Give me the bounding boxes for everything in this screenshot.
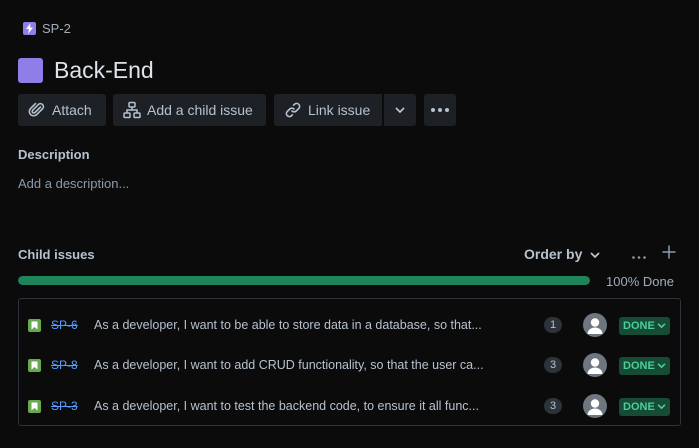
assignee-avatar[interactable]	[583, 394, 607, 418]
status-dropdown[interactable]: DONE	[619, 398, 670, 416]
status-dropdown[interactable]: DONE	[619, 357, 670, 375]
attach-button[interactable]: Attach	[18, 94, 106, 126]
story-icon	[28, 359, 41, 372]
chevron-down-icon	[657, 363, 666, 368]
description-input[interactable]: Add a description...	[18, 176, 129, 191]
user-icon	[587, 399, 603, 415]
add-child-issue-button[interactable]: Add a child issue	[113, 94, 266, 126]
list-item[interactable]: SP-8 As a developer, I want to add CRUD …	[19, 343, 680, 383]
paperclip-icon	[28, 101, 46, 119]
chevron-down-icon	[395, 107, 405, 114]
link-issue-dropdown-button[interactable]	[384, 94, 416, 126]
issue-header: Back-End	[18, 56, 154, 84]
story-points-badge: 3	[544, 398, 562, 414]
order-by-dropdown[interactable]: Order by	[524, 246, 600, 262]
list-item[interactable]: SP-3 As a developer, I want to test the …	[19, 384, 680, 424]
link-issue-label: Link issue	[308, 102, 371, 118]
child-issues-heading: Child issues	[18, 247, 95, 262]
add-child-issue-plus-button[interactable]	[661, 244, 677, 264]
breadcrumb[interactable]: SP-2	[23, 20, 71, 36]
issue-key-link[interactable]: SP-3	[51, 399, 78, 413]
list-item[interactable]: SP-6 As a developer, I want to be able t…	[19, 303, 680, 343]
order-by-label: Order by	[524, 246, 583, 262]
chevron-down-icon	[657, 404, 666, 409]
issue-key-link[interactable]: SP-8	[51, 358, 78, 372]
status-label: DONE	[623, 360, 655, 372]
hierarchy-icon	[123, 101, 141, 119]
user-icon	[587, 318, 603, 334]
epic-lightning-icon	[23, 21, 36, 35]
add-child-issue-label: Add a child issue	[147, 102, 253, 118]
chevron-down-icon	[590, 246, 600, 262]
issue-summary[interactable]: As a developer, I want to test the backe…	[94, 399, 527, 413]
child-issues-progress-bar	[18, 276, 590, 285]
issue-summary[interactable]: As a developer, I want to add CRUD funct…	[94, 358, 527, 372]
issue-summary[interactable]: As a developer, I want to be able to sto…	[94, 318, 527, 332]
page-title[interactable]: Back-End	[54, 57, 154, 84]
assignee-avatar[interactable]	[583, 353, 607, 377]
assignee-avatar[interactable]	[583, 313, 607, 337]
story-points-badge: 3	[544, 357, 562, 373]
status-dropdown[interactable]: DONE	[619, 317, 670, 335]
child-issues-more-button[interactable]	[630, 247, 648, 263]
story-icon	[28, 400, 41, 413]
child-issues-list: SP-6 As a developer, I want to be able t…	[18, 298, 681, 426]
plus-icon	[662, 244, 676, 264]
more-actions-button[interactable]	[424, 94, 456, 126]
progress-label: 100% Done	[606, 274, 674, 289]
issue-key-link[interactable]: SP-6	[51, 318, 78, 332]
more-horizontal-icon	[632, 246, 646, 264]
progress-fill	[18, 276, 590, 285]
status-label: DONE	[623, 401, 655, 413]
breadcrumb-issue-key[interactable]: SP-2	[42, 21, 71, 36]
user-icon	[587, 358, 603, 374]
description-heading: Description	[18, 147, 90, 162]
status-label: DONE	[623, 320, 655, 332]
attach-label: Attach	[52, 102, 92, 118]
link-icon	[284, 101, 302, 119]
more-horizontal-icon	[431, 108, 449, 112]
epic-color-swatch[interactable]	[18, 57, 43, 83]
link-issue-button[interactable]: Link issue	[274, 94, 382, 126]
chevron-down-icon	[657, 323, 666, 328]
story-icon	[28, 319, 41, 332]
story-points-badge: 1	[544, 317, 562, 333]
